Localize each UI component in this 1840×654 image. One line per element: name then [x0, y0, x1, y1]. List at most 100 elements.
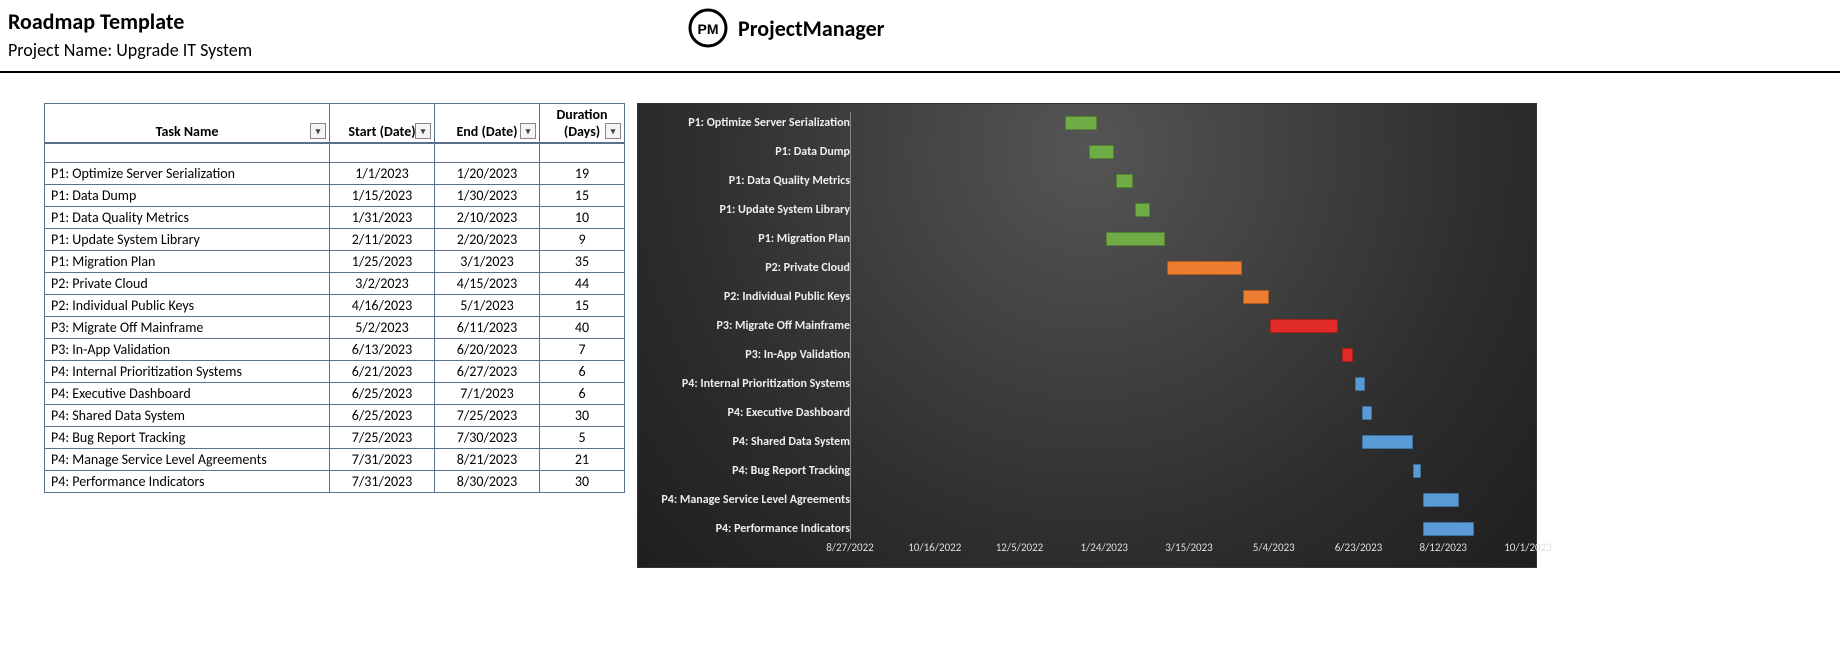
cell-duration[interactable]: 30: [540, 404, 625, 426]
table-row[interactable]: P4: Internal Prioritization Systems6/21/…: [45, 360, 625, 382]
filter-icon[interactable]: ▾: [520, 123, 536, 139]
gantt-row-label: P4: Manage Service Level Agreements: [661, 493, 850, 507]
gantt-bar[interactable]: [1413, 464, 1421, 478]
gantt-bar[interactable]: [1362, 435, 1413, 449]
gantt-bar[interactable]: [1423, 522, 1474, 536]
table-row[interactable]: P1: Update System Library2/11/20232/20/2…: [45, 228, 625, 250]
cell-end[interactable]: 2/10/2023: [435, 206, 540, 228]
cell-end[interactable]: 1/20/2023: [435, 162, 540, 184]
header: Roadmap Template Project Name: Upgrade I…: [0, 0, 1840, 73]
cell-start[interactable]: 2/11/2023: [330, 228, 435, 250]
cell-duration[interactable]: 15: [540, 184, 625, 206]
filter-icon[interactable]: ▾: [310, 123, 326, 139]
table-row[interactable]: P3: Migrate Off Mainframe5/2/20236/11/20…: [45, 316, 625, 338]
cell-start[interactable]: 1/25/2023: [330, 250, 435, 272]
table-row[interactable]: P1: Optimize Server Serialization1/1/202…: [45, 162, 625, 184]
cell-end[interactable]: 1/30/2023: [435, 184, 540, 206]
table-row[interactable]: P2: Individual Public Keys4/16/20235/1/2…: [45, 294, 625, 316]
cell-task[interactable]: P3: Migrate Off Mainframe: [45, 316, 330, 338]
cell-end[interactable]: 2/20/2023: [435, 228, 540, 250]
cell-end[interactable]: 6/11/2023: [435, 316, 540, 338]
cell-end[interactable]: 8/30/2023: [435, 470, 540, 492]
col-duration-label2: (Days): [564, 123, 600, 140]
table-row[interactable]: P1: Data Dump1/15/20231/30/202315: [45, 184, 625, 206]
col-end-label: End (Date): [456, 123, 517, 140]
cell-duration[interactable]: 15: [540, 294, 625, 316]
filter-icon[interactable]: ▾: [415, 123, 431, 139]
table-row[interactable]: P1: Data Quality Metrics1/31/20232/10/20…: [45, 206, 625, 228]
cell-task[interactable]: P1: Data Dump: [45, 184, 330, 206]
cell-duration[interactable]: 6: [540, 360, 625, 382]
cell-duration[interactable]: 21: [540, 448, 625, 470]
cell-task[interactable]: P2: Individual Public Keys: [45, 294, 330, 316]
cell-task[interactable]: P4: Manage Service Level Agreements: [45, 448, 330, 470]
cell-start[interactable]: 1/31/2023: [330, 206, 435, 228]
table-row[interactable]: P4: Executive Dashboard6/25/20237/1/2023…: [45, 382, 625, 404]
cell-duration[interactable]: 44: [540, 272, 625, 294]
brand: PM ProjectManager: [688, 8, 884, 48]
cell-end[interactable]: 6/27/2023: [435, 360, 540, 382]
cell-start[interactable]: 7/25/2023: [330, 426, 435, 448]
cell-end[interactable]: 3/1/2023: [435, 250, 540, 272]
gantt-bar[interactable]: [1089, 145, 1114, 159]
cell-duration[interactable]: 7: [540, 338, 625, 360]
cell-task[interactable]: P4: Performance Indicators: [45, 470, 330, 492]
cell-start[interactable]: 4/16/2023: [330, 294, 435, 316]
table-row[interactable]: P3: In-App Validation6/13/20236/20/20237: [45, 338, 625, 360]
table-row[interactable]: P1: Migration Plan1/25/20233/1/202335: [45, 250, 625, 272]
gantt-bar[interactable]: [1135, 203, 1150, 217]
gantt-bar[interactable]: [1423, 493, 1459, 507]
gantt-x-axis: 8/27/202210/16/202212/5/20221/24/20233/1…: [638, 541, 1536, 559]
cell-start[interactable]: 7/31/2023: [330, 470, 435, 492]
cell-duration[interactable]: 19: [540, 162, 625, 184]
cell-end[interactable]: 5/1/2023: [435, 294, 540, 316]
cell-end[interactable]: 7/30/2023: [435, 426, 540, 448]
cell-end[interactable]: 6/20/2023: [435, 338, 540, 360]
cell-start[interactable]: 6/13/2023: [330, 338, 435, 360]
cell-end[interactable]: 8/21/2023: [435, 448, 540, 470]
gantt-bar[interactable]: [1342, 348, 1354, 362]
cell-start[interactable]: 7/31/2023: [330, 448, 435, 470]
cell-end[interactable]: 7/25/2023: [435, 404, 540, 426]
cell-task[interactable]: P3: In-App Validation: [45, 338, 330, 360]
table-row[interactable]: P2: Private Cloud3/2/20234/15/202344: [45, 272, 625, 294]
cell-start[interactable]: 6/25/2023: [330, 382, 435, 404]
gantt-bar[interactable]: [1270, 319, 1338, 333]
table-row[interactable]: P4: Performance Indicators7/31/20238/30/…: [45, 470, 625, 492]
gantt-bar[interactable]: [1355, 377, 1365, 391]
gantt-bar[interactable]: [1362, 406, 1372, 420]
cell-task[interactable]: P4: Shared Data System: [45, 404, 330, 426]
cell-end[interactable]: 4/15/2023: [435, 272, 540, 294]
cell-start[interactable]: 3/2/2023: [330, 272, 435, 294]
filter-icon[interactable]: ▾: [605, 123, 621, 139]
cell-start[interactable]: 1/1/2023: [330, 162, 435, 184]
table-row[interactable]: P4: Bug Report Tracking7/25/20237/30/202…: [45, 426, 625, 448]
cell-duration[interactable]: 5: [540, 426, 625, 448]
cell-start[interactable]: 5/2/2023: [330, 316, 435, 338]
cell-duration[interactable]: 40: [540, 316, 625, 338]
gantt-bar[interactable]: [1065, 116, 1097, 130]
cell-duration[interactable]: 6: [540, 382, 625, 404]
cell-task[interactable]: P1: Migration Plan: [45, 250, 330, 272]
table-row[interactable]: P4: Manage Service Level Agreements7/31/…: [45, 448, 625, 470]
cell-duration[interactable]: 35: [540, 250, 625, 272]
cell-task[interactable]: P4: Internal Prioritization Systems: [45, 360, 330, 382]
cell-start[interactable]: 1/15/2023: [330, 184, 435, 206]
cell-start[interactable]: 6/25/2023: [330, 404, 435, 426]
cell-task[interactable]: P1: Optimize Server Serialization: [45, 162, 330, 184]
table-row[interactable]: P4: Shared Data System6/25/20237/25/2023…: [45, 404, 625, 426]
cell-duration[interactable]: 10: [540, 206, 625, 228]
gantt-bar[interactable]: [1167, 261, 1242, 275]
cell-task[interactable]: P1: Update System Library: [45, 228, 330, 250]
gantt-bar[interactable]: [1243, 290, 1268, 304]
cell-duration[interactable]: 30: [540, 470, 625, 492]
cell-end[interactable]: 7/1/2023: [435, 382, 540, 404]
cell-duration[interactable]: 9: [540, 228, 625, 250]
cell-start[interactable]: 6/21/2023: [330, 360, 435, 382]
cell-task[interactable]: P1: Data Quality Metrics: [45, 206, 330, 228]
cell-task[interactable]: P4: Bug Report Tracking: [45, 426, 330, 448]
cell-task[interactable]: P2: Private Cloud: [45, 272, 330, 294]
gantt-bar[interactable]: [1116, 174, 1133, 188]
gantt-bar[interactable]: [1106, 232, 1165, 246]
cell-task[interactable]: P4: Executive Dashboard: [45, 382, 330, 404]
